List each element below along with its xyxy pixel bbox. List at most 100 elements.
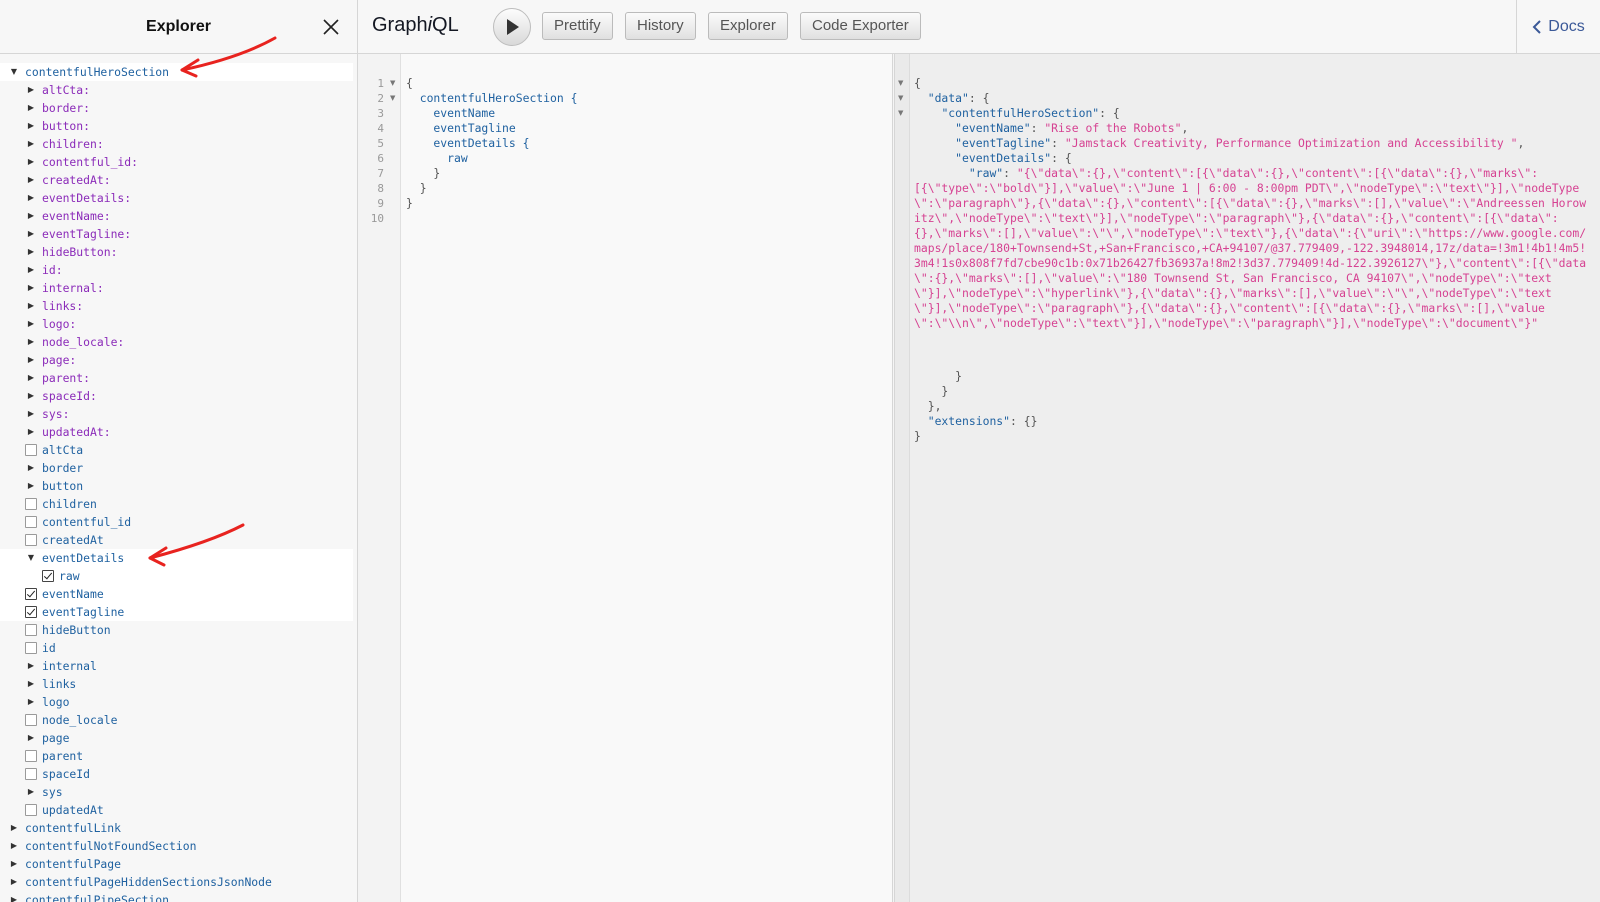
- explorer-row[interactable]: ▶ button: [0, 477, 357, 495]
- explorer-row[interactable]: ▶ internal:: [0, 279, 357, 297]
- close-icon[interactable]: [321, 17, 341, 37]
- caret-right-icon[interactable]: ▶: [25, 225, 37, 243]
- caret-right-icon[interactable]: ▶: [25, 675, 37, 693]
- caret-right-icon[interactable]: ▶: [8, 819, 20, 837]
- explorer-row[interactable]: ▶ contentfulPageHiddenSectionsJsonNode: [0, 873, 357, 891]
- checkbox[interactable]: [25, 750, 37, 762]
- checkbox[interactable]: [25, 804, 37, 816]
- explorer-row[interactable]: id: [0, 639, 357, 657]
- explorer-row[interactable]: eventName: [0, 585, 353, 603]
- caret-right-icon[interactable]: ▶: [25, 351, 37, 369]
- caret-down-icon[interactable]: ▼: [25, 549, 37, 567]
- caret-right-icon[interactable]: ▶: [8, 837, 20, 855]
- explorer-row[interactable]: ▶ contentful_id:: [0, 153, 357, 171]
- explorer-row[interactable]: updatedAt: [0, 801, 357, 819]
- checkbox[interactable]: [25, 768, 37, 780]
- caret-right-icon[interactable]: ▶: [25, 387, 37, 405]
- execute-query-button[interactable]: [493, 8, 531, 46]
- docs-button[interactable]: Docs: [1516, 0, 1600, 54]
- explorer-row[interactable]: ▶ parent:: [0, 369, 357, 387]
- explorer-row[interactable]: ▶ logo:: [0, 315, 357, 333]
- explorer-toggle-button[interactable]: Explorer: [708, 12, 788, 40]
- caret-right-icon[interactable]: ▶: [25, 369, 37, 387]
- caret-right-icon[interactable]: ▶: [25, 783, 37, 801]
- caret-right-icon[interactable]: ▶: [25, 243, 37, 261]
- explorer-row[interactable]: ▶ page: [0, 729, 357, 747]
- caret-right-icon[interactable]: ▶: [25, 333, 37, 351]
- caret-right-icon[interactable]: ▶: [25, 405, 37, 423]
- checkbox-checked[interactable]: [25, 588, 37, 600]
- fold-arrow-icon[interactable]: ▼: [390, 91, 400, 106]
- checkbox-checked[interactable]: [42, 570, 54, 582]
- explorer-row[interactable]: ▶ contentfulPage: [0, 855, 357, 873]
- caret-right-icon[interactable]: ▶: [25, 117, 37, 135]
- explorer-row[interactable]: ▶ updatedAt:: [0, 423, 357, 441]
- history-button[interactable]: History: [625, 12, 696, 40]
- caret-right-icon[interactable]: ▶: [25, 477, 37, 495]
- explorer-row[interactable]: node_locale: [0, 711, 357, 729]
- explorer-row[interactable]: hideButton: [0, 621, 357, 639]
- explorer-row[interactable]: eventTagline: [0, 603, 353, 621]
- explorer-row[interactable]: ▶ button:: [0, 117, 357, 135]
- explorer-row[interactable]: contentful_id: [0, 513, 357, 531]
- explorer-row[interactable]: ▶ contentfulLink: [0, 819, 357, 837]
- caret-right-icon[interactable]: ▶: [25, 189, 37, 207]
- caret-right-icon[interactable]: ▶: [25, 81, 37, 99]
- explorer-row[interactable]: ▶ eventTagline:: [0, 225, 357, 243]
- explorer-row[interactable]: ▶ logo: [0, 693, 357, 711]
- caret-right-icon[interactable]: ▶: [25, 153, 37, 171]
- explorer-row[interactable]: parent: [0, 747, 357, 765]
- code-exporter-button[interactable]: Code Exporter: [800, 12, 921, 40]
- explorer-row[interactable]: ▼ contentfulHeroSection: [0, 63, 353, 81]
- caret-right-icon[interactable]: ▶: [25, 207, 37, 225]
- explorer-row[interactable]: ▶ eventDetails:: [0, 189, 357, 207]
- caret-right-icon[interactable]: ▶: [25, 423, 37, 441]
- checkbox[interactable]: [25, 516, 37, 528]
- explorer-row[interactable]: ▼ eventDetails: [0, 549, 353, 567]
- fold-arrow-icon[interactable]: ▼: [390, 76, 400, 91]
- explorer-row[interactable]: ▶ border:: [0, 99, 357, 117]
- fold-arrow-icon[interactable]: ▼: [898, 76, 903, 91]
- explorer-row[interactable]: ▶ contentfulNotFoundSection: [0, 837, 357, 855]
- explorer-row[interactable]: spaceId: [0, 765, 357, 783]
- checkbox[interactable]: [25, 444, 37, 456]
- explorer-row[interactable]: ▶ page:: [0, 351, 357, 369]
- checkbox[interactable]: [25, 642, 37, 654]
- caret-right-icon[interactable]: ▶: [8, 855, 20, 873]
- checkbox-checked[interactable]: [25, 606, 37, 618]
- caret-right-icon[interactable]: ▶: [25, 261, 37, 279]
- caret-right-icon[interactable]: ▶: [25, 657, 37, 675]
- caret-right-icon[interactable]: ▶: [25, 693, 37, 711]
- explorer-row[interactable]: createdAt: [0, 531, 357, 549]
- caret-right-icon[interactable]: ▶: [25, 459, 37, 477]
- explorer-row[interactable]: ▶ border: [0, 459, 357, 477]
- caret-right-icon[interactable]: ▶: [8, 891, 20, 902]
- caret-right-icon[interactable]: ▶: [8, 873, 20, 891]
- caret-right-icon[interactable]: ▶: [25, 99, 37, 117]
- explorer-row[interactable]: ▶ hideButton:: [0, 243, 357, 261]
- fold-arrow-icon[interactable]: ▼: [898, 106, 903, 121]
- caret-right-icon[interactable]: ▶: [25, 135, 37, 153]
- explorer-row[interactable]: raw: [0, 567, 353, 585]
- explorer-row[interactable]: ▶ altCta:: [0, 81, 357, 99]
- explorer-row[interactable]: ▶ id:: [0, 261, 357, 279]
- caret-right-icon[interactable]: ▶: [25, 279, 37, 297]
- fold-arrow-icon[interactable]: ▼: [898, 91, 903, 106]
- prettify-button[interactable]: Prettify: [542, 12, 613, 40]
- caret-down-icon[interactable]: ▼: [8, 63, 20, 81]
- explorer-row[interactable]: ▶ links: [0, 675, 357, 693]
- checkbox[interactable]: [25, 534, 37, 546]
- explorer-row[interactable]: ▶ sys:: [0, 405, 357, 423]
- checkbox[interactable]: [25, 498, 37, 510]
- caret-right-icon[interactable]: ▶: [25, 171, 37, 189]
- checkbox[interactable]: [25, 714, 37, 726]
- explorer-row[interactable]: ▶ links:: [0, 297, 357, 315]
- explorer-row[interactable]: ▶ eventName:: [0, 207, 357, 225]
- caret-right-icon[interactable]: ▶: [25, 315, 37, 333]
- explorer-row[interactable]: ▶ node_locale:: [0, 333, 357, 351]
- caret-right-icon[interactable]: ▶: [25, 297, 37, 315]
- explorer-row[interactable]: ▶ spaceId:: [0, 387, 357, 405]
- explorer-row[interactable]: ▶ sys: [0, 783, 357, 801]
- explorer-row[interactable]: ▶ createdAt:: [0, 171, 357, 189]
- explorer-row[interactable]: children: [0, 495, 357, 513]
